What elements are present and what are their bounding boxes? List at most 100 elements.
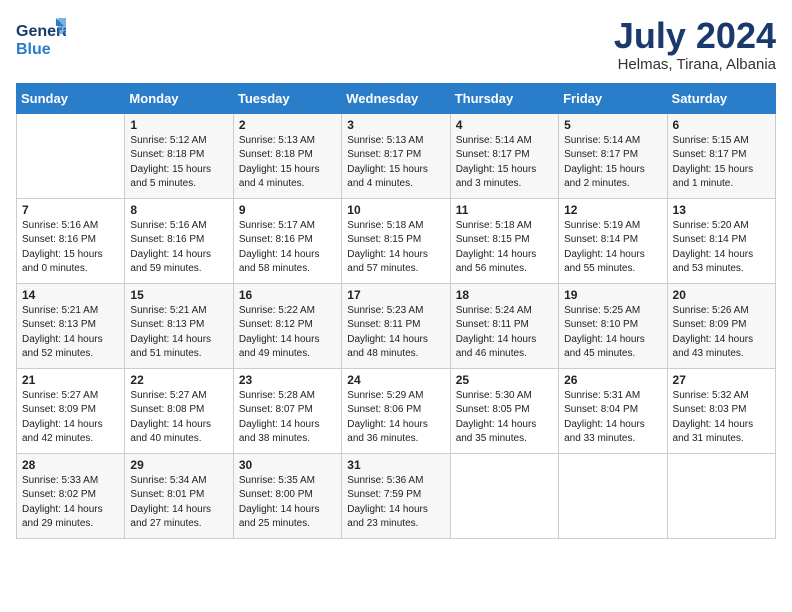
day-number: 4 [456,118,553,132]
day-info: Sunrise: 5:12 AM Sunset: 8:18 PM Dayligh… [130,134,227,192]
day-info: Sunrise: 5:30 AM Sunset: 8:05 PM Dayligh… [456,389,553,447]
day-info: Sunrise: 5:31 AM Sunset: 8:04 PM Dayligh… [564,389,661,447]
logo-svg: General Blue [16,16,66,60]
table-cell [450,453,558,538]
header-tuesday: Tuesday [233,83,341,113]
location: Helmas, Tirana, Albania [614,56,776,73]
page-header: General Blue July 2024 Helmas, Tirana, A… [16,16,776,73]
table-cell: 8Sunrise: 5:16 AM Sunset: 8:16 PM Daylig… [125,198,233,283]
day-number: 2 [239,118,336,132]
header-wednesday: Wednesday [342,83,450,113]
header-saturday: Saturday [667,83,775,113]
day-info: Sunrise: 5:14 AM Sunset: 8:17 PM Dayligh… [564,134,661,192]
day-number: 29 [130,458,227,472]
table-cell: 18 Sunrise: 5:24 AM Sunset: 8:11 PM Dayli… [450,283,558,368]
table-cell: 7Sunrise: 5:16 AM Sunset: 8:16 PM Daylig… [17,198,125,283]
day-number: 8 [130,203,227,217]
day-number: 15 [130,288,227,302]
day-info: Sunrise: 5:36 AM Sunset: 7:59 PM Dayligh… [347,474,444,532]
day-info: Sunrise: 5:35 AM Sunset: 8:00 PM Dayligh… [239,474,336,532]
title-block: July 2024 Helmas, Tirana, Albania [614,16,776,73]
table-cell: 16 Sunrise: 5:22 AM Sunset: 8:12 PM Dayli… [233,283,341,368]
day-number: 24 [347,373,444,387]
calendar-header-row: SundayMondayTuesdayWednesdayThursdayFrid… [17,83,776,113]
day-info: Sunrise: 5:33 AM Sunset: 8:02 PM Dayligh… [22,474,119,532]
day-number: 10 [347,203,444,217]
day-info: Sunrise: 5:27 AM Sunset: 8:09 PM Dayligh… [22,389,119,447]
table-cell: 25 Sunrise: 5:30 AM Sunset: 8:05 PM Dayli… [450,368,558,453]
day-number: 20 [673,288,770,302]
table-cell: 2 Sunrise: 5:13 AM Sunset: 8:18 PM Daylig… [233,113,341,198]
day-number: 23 [239,373,336,387]
table-cell: 4 Sunrise: 5:14 AM Sunset: 8:17 PM Daylig… [450,113,558,198]
header-friday: Friday [559,83,667,113]
day-info: Sunrise: 5:22 AM Sunset: 8:12 PM Dayligh… [239,304,336,362]
day-info: Sunrise: 5:28 AM Sunset: 8:07 PM Dayligh… [239,389,336,447]
day-info: Sunrise: 5:34 AM Sunset: 8:01 PM Dayligh… [130,474,227,532]
day-number: 26 [564,373,661,387]
week-row-1: 1 Sunrise: 5:12 AM Sunset: 8:18 PM Daylig… [17,113,776,198]
day-info: Sunrise: 5:15 AM Sunset: 8:17 PM Dayligh… [673,134,770,192]
table-cell [17,113,125,198]
table-cell: 26 Sunrise: 5:31 AM Sunset: 8:04 PM Dayli… [559,368,667,453]
calendar-table: SundayMondayTuesdayWednesdayThursdayFrid… [16,83,776,539]
day-number: 17 [347,288,444,302]
table-cell: 1 Sunrise: 5:12 AM Sunset: 8:18 PM Daylig… [125,113,233,198]
day-info: Sunrise: 5:17 AM Sunset: 8:16 PM Dayligh… [239,219,336,277]
table-cell: 12Sunrise: 5:19 AM Sunset: 8:14 PM Dayli… [559,198,667,283]
day-info: Sunrise: 5:25 AM Sunset: 8:10 PM Dayligh… [564,304,661,362]
week-row-3: 14Sunrise: 5:21 AM Sunset: 8:13 PM Dayli… [17,283,776,368]
svg-text:Blue: Blue [16,41,51,58]
day-info: Sunrise: 5:23 AM Sunset: 8:11 PM Dayligh… [347,304,444,362]
day-number: 1 [130,118,227,132]
table-cell: 22 Sunrise: 5:27 AM Sunset: 8:08 PM Dayli… [125,368,233,453]
day-info: Sunrise: 5:13 AM Sunset: 8:18 PM Dayligh… [239,134,336,192]
day-number: 28 [22,458,119,472]
day-number: 25 [456,373,553,387]
day-info: Sunrise: 5:27 AM Sunset: 8:08 PM Dayligh… [130,389,227,447]
table-cell: 14Sunrise: 5:21 AM Sunset: 8:13 PM Dayli… [17,283,125,368]
table-cell: 27Sunrise: 5:32 AM Sunset: 8:03 PM Dayli… [667,368,775,453]
day-number: 5 [564,118,661,132]
day-number: 6 [673,118,770,132]
table-cell: 13Sunrise: 5:20 AM Sunset: 8:14 PM Dayli… [667,198,775,283]
day-info: Sunrise: 5:14 AM Sunset: 8:17 PM Dayligh… [456,134,553,192]
table-cell: 5 Sunrise: 5:14 AM Sunset: 8:17 PM Daylig… [559,113,667,198]
table-cell: 6 Sunrise: 5:15 AM Sunset: 8:17 PM Daylig… [667,113,775,198]
day-number: 31 [347,458,444,472]
day-number: 3 [347,118,444,132]
day-info: Sunrise: 5:32 AM Sunset: 8:03 PM Dayligh… [673,389,770,447]
table-cell: 21 Sunrise: 5:27 AM Sunset: 8:09 PM Dayli… [17,368,125,453]
table-cell: 10Sunrise: 5:18 AM Sunset: 8:15 PM Dayli… [342,198,450,283]
day-number: 11 [456,203,553,217]
week-row-4: 21 Sunrise: 5:27 AM Sunset: 8:09 PM Dayli… [17,368,776,453]
header-monday: Monday [125,83,233,113]
day-number: 19 [564,288,661,302]
day-info: Sunrise: 5:26 AM Sunset: 8:09 PM Dayligh… [673,304,770,362]
day-info: Sunrise: 5:19 AM Sunset: 8:14 PM Dayligh… [564,219,661,277]
header-sunday: Sunday [17,83,125,113]
day-number: 30 [239,458,336,472]
day-number: 16 [239,288,336,302]
week-row-2: 7Sunrise: 5:16 AM Sunset: 8:16 PM Daylig… [17,198,776,283]
month-year: July 2024 [614,16,776,56]
table-cell: 15Sunrise: 5:21 AM Sunset: 8:13 PM Dayli… [125,283,233,368]
table-cell: 11Sunrise: 5:18 AM Sunset: 8:15 PM Dayli… [450,198,558,283]
header-thursday: Thursday [450,83,558,113]
table-cell: 30 Sunrise: 5:35 AM Sunset: 8:00 PM Dayli… [233,453,341,538]
table-cell: 31 Sunrise: 5:36 AM Sunset: 7:59 PM Dayli… [342,453,450,538]
day-number: 21 [22,373,119,387]
table-cell: 28 Sunrise: 5:33 AM Sunset: 8:02 PM Dayli… [17,453,125,538]
table-cell [559,453,667,538]
day-info: Sunrise: 5:13 AM Sunset: 8:17 PM Dayligh… [347,134,444,192]
day-info: Sunrise: 5:16 AM Sunset: 8:16 PM Dayligh… [22,219,119,277]
table-cell: 19 Sunrise: 5:25 AM Sunset: 8:10 PM Dayli… [559,283,667,368]
week-row-5: 28 Sunrise: 5:33 AM Sunset: 8:02 PM Dayli… [17,453,776,538]
day-info: Sunrise: 5:24 AM Sunset: 8:11 PM Dayligh… [456,304,553,362]
day-number: 18 [456,288,553,302]
day-number: 22 [130,373,227,387]
day-info: Sunrise: 5:20 AM Sunset: 8:14 PM Dayligh… [673,219,770,277]
logo: General Blue [16,16,66,60]
day-info: Sunrise: 5:29 AM Sunset: 8:06 PM Dayligh… [347,389,444,447]
table-cell [667,453,775,538]
